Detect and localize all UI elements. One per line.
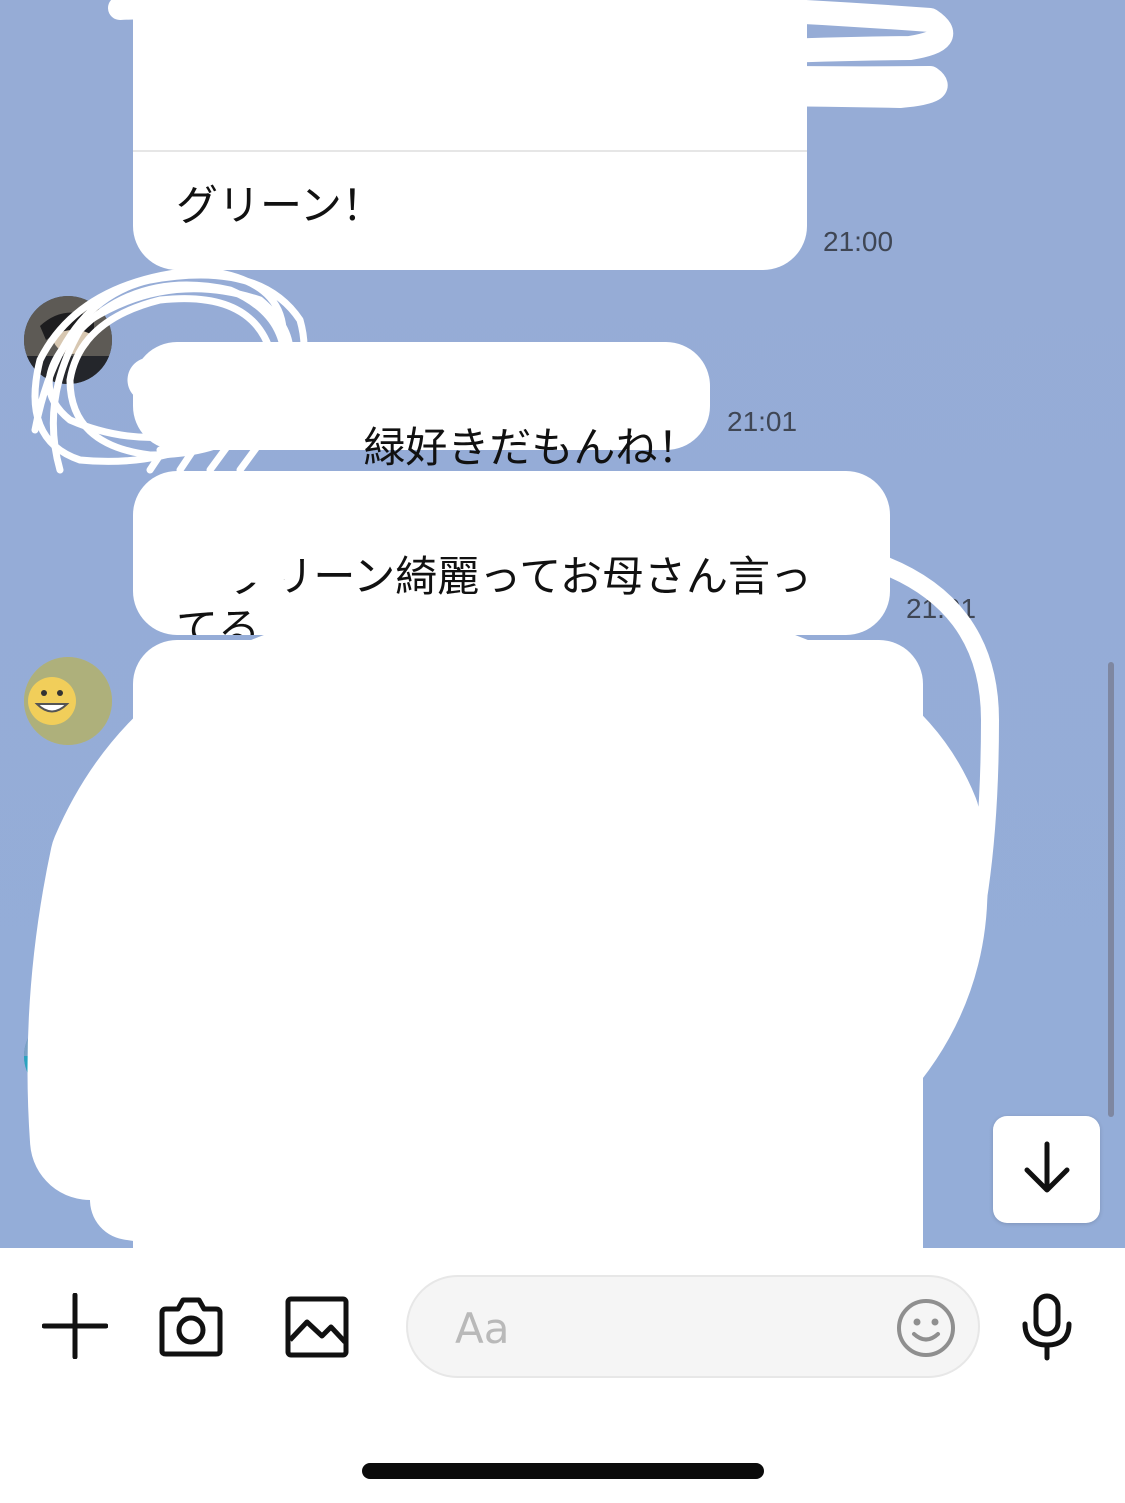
home-indicator[interactable] (362, 1463, 764, 1479)
avatar-image (24, 296, 112, 384)
image-icon[interactable] (285, 1296, 349, 1358)
avatar[interactable] (24, 296, 112, 384)
message-text: グリーン綺麗ってお母さん言ってる (176, 552, 812, 635)
message-text: グリーン！ (176, 181, 384, 230)
avatar-image (24, 657, 112, 745)
message-input[interactable] (453, 1295, 877, 1361)
avatar[interactable] (24, 1018, 94, 1094)
link-preview-bubble[interactable]: グリーン！ (133, 0, 807, 270)
emoji-icon[interactable] (895, 1297, 957, 1359)
message-bubble[interactable]: 緑好きだもんね！ (133, 342, 710, 472)
message-time: 21:00 (823, 226, 894, 257)
plus-icon[interactable] (42, 1293, 108, 1359)
card-divider (133, 150, 807, 152)
message-text: 緑好きだもんね！ (363, 423, 700, 472)
chat-area[interactable]: グリーン！ 21:00 緑好きだもんね！ 21:01 グリーン綺麗ってお母さん言… (0, 0, 1125, 1248)
scroll-down-button[interactable] (993, 1116, 1100, 1223)
message-bubble[interactable] (133, 640, 923, 1248)
avatar[interactable] (24, 657, 112, 745)
scrollbar[interactable] (1108, 662, 1114, 1117)
message-input-box[interactable] (406, 1275, 980, 1378)
message-bubble[interactable]: グリーン綺麗ってお母さん言ってる (133, 471, 890, 635)
message-time: 21:01 (727, 406, 798, 437)
message-time: 21:01 (906, 593, 977, 624)
microphone-icon[interactable] (1020, 1293, 1074, 1361)
avatar-image (24, 1018, 94, 1094)
arrow-down-icon (1019, 1138, 1075, 1202)
camera-icon[interactable] (158, 1295, 224, 1357)
